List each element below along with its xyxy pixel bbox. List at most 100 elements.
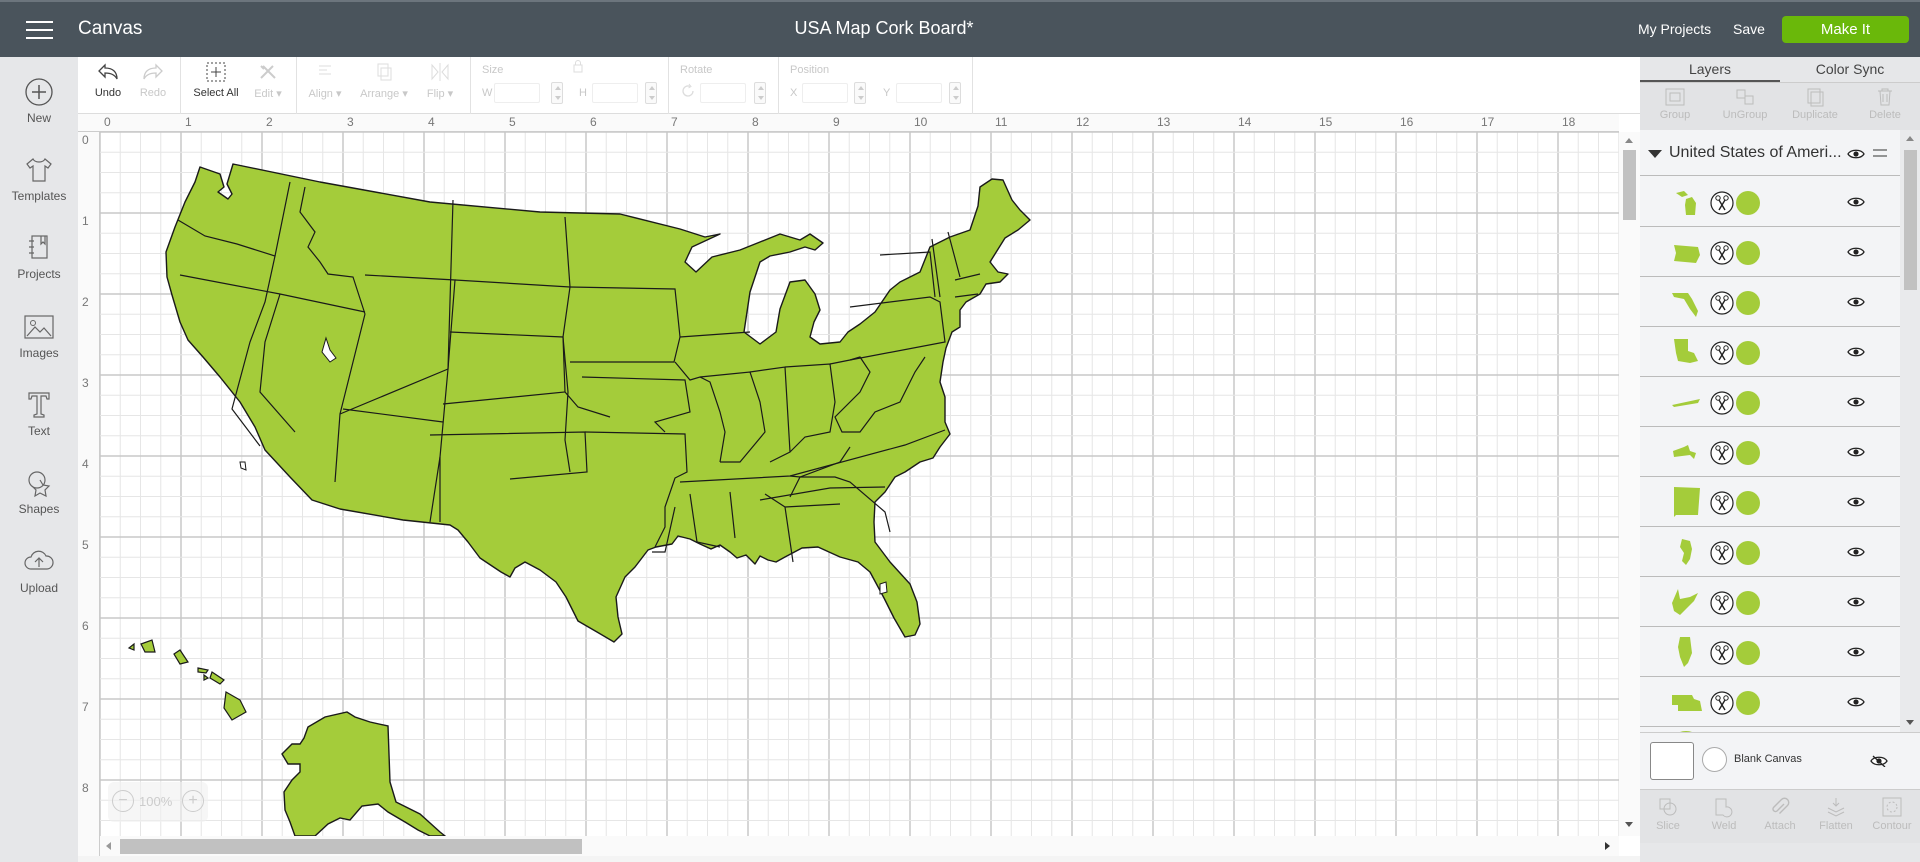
scissors-cut-icon[interactable] [1710, 541, 1734, 565]
caret-down-icon[interactable] [1648, 150, 1662, 158]
canvas-color-swatch[interactable] [1650, 742, 1694, 780]
scrollbar-thumb[interactable] [120, 839, 582, 854]
eye-icon[interactable] [1847, 148, 1865, 160]
delete-button[interactable]: Delete [1850, 87, 1920, 121]
scroll-down-arrow-icon[interactable] [1625, 822, 1633, 827]
my-projects-link[interactable]: My Projects [1638, 21, 1711, 37]
flip-dropdown[interactable]: Flip ▾ [422, 61, 458, 100]
layer-row[interactable] [1640, 627, 1900, 677]
layer-color-swatch[interactable] [1736, 391, 1760, 415]
attach-button[interactable]: Attach [1752, 796, 1808, 832]
sidebar-item-new[interactable]: New [0, 77, 78, 149]
layer-row[interactable] [1640, 577, 1900, 627]
slice-button[interactable]: Slice [1640, 796, 1696, 832]
height-stepper[interactable] [645, 82, 657, 104]
layer-row[interactable] [1640, 477, 1900, 527]
eye-icon[interactable] [1847, 246, 1865, 258]
width-input[interactable] [494, 83, 540, 103]
sidebar-item-shapes[interactable]: Shapes [0, 468, 78, 540]
align-dropdown[interactable]: Align ▾ [304, 61, 346, 100]
group-button[interactable]: Group [1640, 87, 1710, 121]
layer-color-swatch[interactable] [1736, 191, 1760, 215]
scrollbar-thumb[interactable] [1623, 150, 1636, 220]
layer-row[interactable] [1640, 227, 1900, 277]
undo-button[interactable]: Undo [93, 61, 123, 99]
ungroup-button[interactable]: UnGroup [1710, 87, 1780, 121]
scissors-cut-icon[interactable] [1710, 591, 1734, 615]
scissors-cut-icon[interactable] [1710, 341, 1734, 365]
eye-icon[interactable] [1847, 196, 1865, 208]
sidebar-item-images[interactable]: Images [0, 312, 78, 384]
scissors-cut-icon[interactable] [1710, 691, 1734, 715]
y-position-stepper[interactable] [949, 82, 961, 104]
layer-row[interactable] [1640, 527, 1900, 577]
sidebar-item-upload[interactable]: Upload [0, 547, 78, 619]
layer-color-swatch[interactable] [1736, 591, 1760, 615]
layer-row[interactable] [1640, 277, 1900, 327]
canvas-horizontal-scrollbar[interactable] [100, 836, 1619, 856]
tab-layers[interactable]: Layers [1640, 57, 1780, 82]
scissors-cut-icon[interactable] [1710, 241, 1734, 265]
x-position-stepper[interactable] [854, 82, 866, 104]
y-position-input[interactable] [896, 83, 942, 103]
layer-row[interactable] [1640, 427, 1900, 477]
layer-color-swatch[interactable] [1736, 691, 1760, 715]
layer-color-swatch[interactable] [1736, 441, 1760, 465]
layer-color-swatch[interactable] [1736, 241, 1760, 265]
scroll-up-arrow-icon[interactable] [1625, 138, 1633, 143]
canvas-vertical-scrollbar[interactable] [1619, 132, 1640, 836]
eye-icon[interactable] [1847, 446, 1865, 458]
scrollbar-thumb[interactable] [1904, 150, 1917, 290]
eye-icon[interactable] [1847, 596, 1865, 608]
lock-icon[interactable] [572, 59, 584, 73]
rotate-stepper[interactable] [754, 82, 766, 104]
scissors-cut-icon[interactable] [1710, 291, 1734, 315]
redo-button[interactable]: Redo [138, 61, 168, 99]
eye-icon[interactable] [1847, 696, 1865, 708]
layer-color-swatch[interactable] [1736, 291, 1760, 315]
make-it-button[interactable]: Make It [1782, 16, 1909, 43]
eye-icon[interactable] [1847, 296, 1865, 308]
drag-handle-icon[interactable] [1873, 149, 1887, 157]
edit-dropdown[interactable]: Edit ▾ [250, 61, 286, 100]
canvas-color-circle[interactable] [1702, 747, 1727, 772]
scissors-cut-icon[interactable] [1710, 641, 1734, 665]
sidebar-item-text[interactable]: Text [0, 390, 78, 462]
flatten-button[interactable]: Flatten [1808, 796, 1864, 832]
layer-color-swatch[interactable] [1736, 641, 1760, 665]
eye-hidden-icon[interactable] [1870, 755, 1888, 767]
layers-scrollbar[interactable] [1900, 130, 1920, 732]
scissors-cut-icon[interactable] [1710, 441, 1734, 465]
tab-color-sync[interactable]: Color Sync [1780, 57, 1920, 82]
layer-row[interactable] [1640, 327, 1900, 377]
scroll-right-arrow-icon[interactable] [1605, 842, 1610, 850]
usa-map-group[interactable] [100, 132, 1619, 836]
zoom-in-button[interactable]: + [182, 790, 204, 812]
eye-icon[interactable] [1847, 396, 1865, 408]
layer-row[interactable] [1640, 377, 1900, 427]
rotate-input[interactable] [700, 83, 746, 103]
scroll-up-arrow-icon[interactable] [1906, 136, 1914, 141]
height-input[interactable] [592, 83, 638, 103]
arrange-dropdown[interactable]: Arrange ▾ [356, 61, 412, 100]
sidebar-item-templates[interactable]: Templates [0, 155, 78, 227]
save-button[interactable]: Save [1733, 21, 1765, 37]
layer-group-row[interactable]: United States of Ameri... [1640, 130, 1900, 176]
layer-row[interactable] [1640, 177, 1900, 227]
scissors-cut-icon[interactable] [1710, 491, 1734, 515]
weld-button[interactable]: Weld [1696, 796, 1752, 832]
layer-row[interactable] [1640, 677, 1900, 727]
contour-button[interactable]: Contour [1864, 796, 1920, 832]
x-position-input[interactable] [802, 83, 848, 103]
scroll-down-arrow-icon[interactable] [1906, 720, 1914, 725]
scissors-cut-icon[interactable] [1710, 191, 1734, 215]
scissors-cut-icon[interactable] [1710, 391, 1734, 415]
sidebar-item-projects[interactable]: Projects [0, 233, 78, 305]
width-stepper[interactable] [551, 82, 563, 104]
eye-icon[interactable] [1847, 346, 1865, 358]
eye-icon[interactable] [1847, 646, 1865, 658]
layer-color-swatch[interactable] [1736, 491, 1760, 515]
zoom-out-button[interactable]: − [112, 790, 134, 812]
design-canvas[interactable]: 0 1 2 3 4 5 6 7 8 9 10 11 12 13 14 15 16 17 18 012345678 [78, 114, 1640, 856]
select-all-button[interactable]: Select All [191, 61, 241, 99]
